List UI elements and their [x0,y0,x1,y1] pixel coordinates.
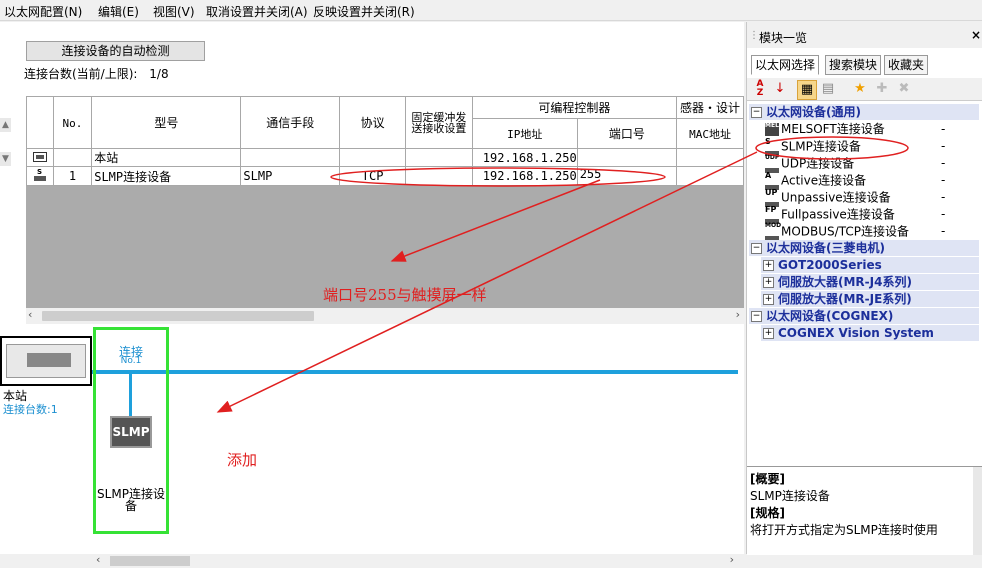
annotation-port-note: 端口号255与触摸屏一样 [323,286,487,304]
annotation-add-note: 添加 [227,451,258,469]
annotation-overlay [216,136,909,413]
annotation-arrow-port [390,179,601,262]
annotation-arrow-add [216,151,758,413]
annotation-ellipse-slmp [755,136,909,160]
annotation-ellipse-row [330,167,666,187]
